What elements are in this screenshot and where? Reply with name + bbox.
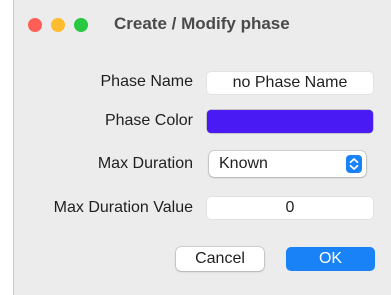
phase-color-label: Phase Color [104, 112, 193, 129]
create-modify-phase-dialog: Create / Modify phase Phase Name no Phas… [13, 0, 391, 295]
max-duration-select[interactable]: Known [209, 151, 366, 177]
max-duration-selected-value: Known [219, 155, 268, 172]
cancel-button[interactable]: Cancel [176, 247, 264, 271]
title-bar: Create / Modify phase [14, 0, 391, 47]
max-duration-value-input[interactable]: 0 [207, 197, 373, 219]
minimize-window-button[interactable] [51, 18, 65, 32]
chevron-up-down-icon [346, 155, 362, 173]
phase-name-label: Phase Name [100, 73, 194, 90]
max-duration-value-label: Max Duration Value [53, 199, 193, 216]
maximize-window-button[interactable] [74, 18, 88, 32]
phase-name-input[interactable]: no Phase Name [207, 72, 373, 94]
close-window-button[interactable] [28, 18, 42, 32]
ok-button[interactable]: OK [286, 247, 375, 271]
phase-color-swatch[interactable] [207, 110, 373, 133]
max-duration-label: Max Duration [97, 155, 193, 172]
window-title: Create / Modify phase [114, 14, 290, 33]
